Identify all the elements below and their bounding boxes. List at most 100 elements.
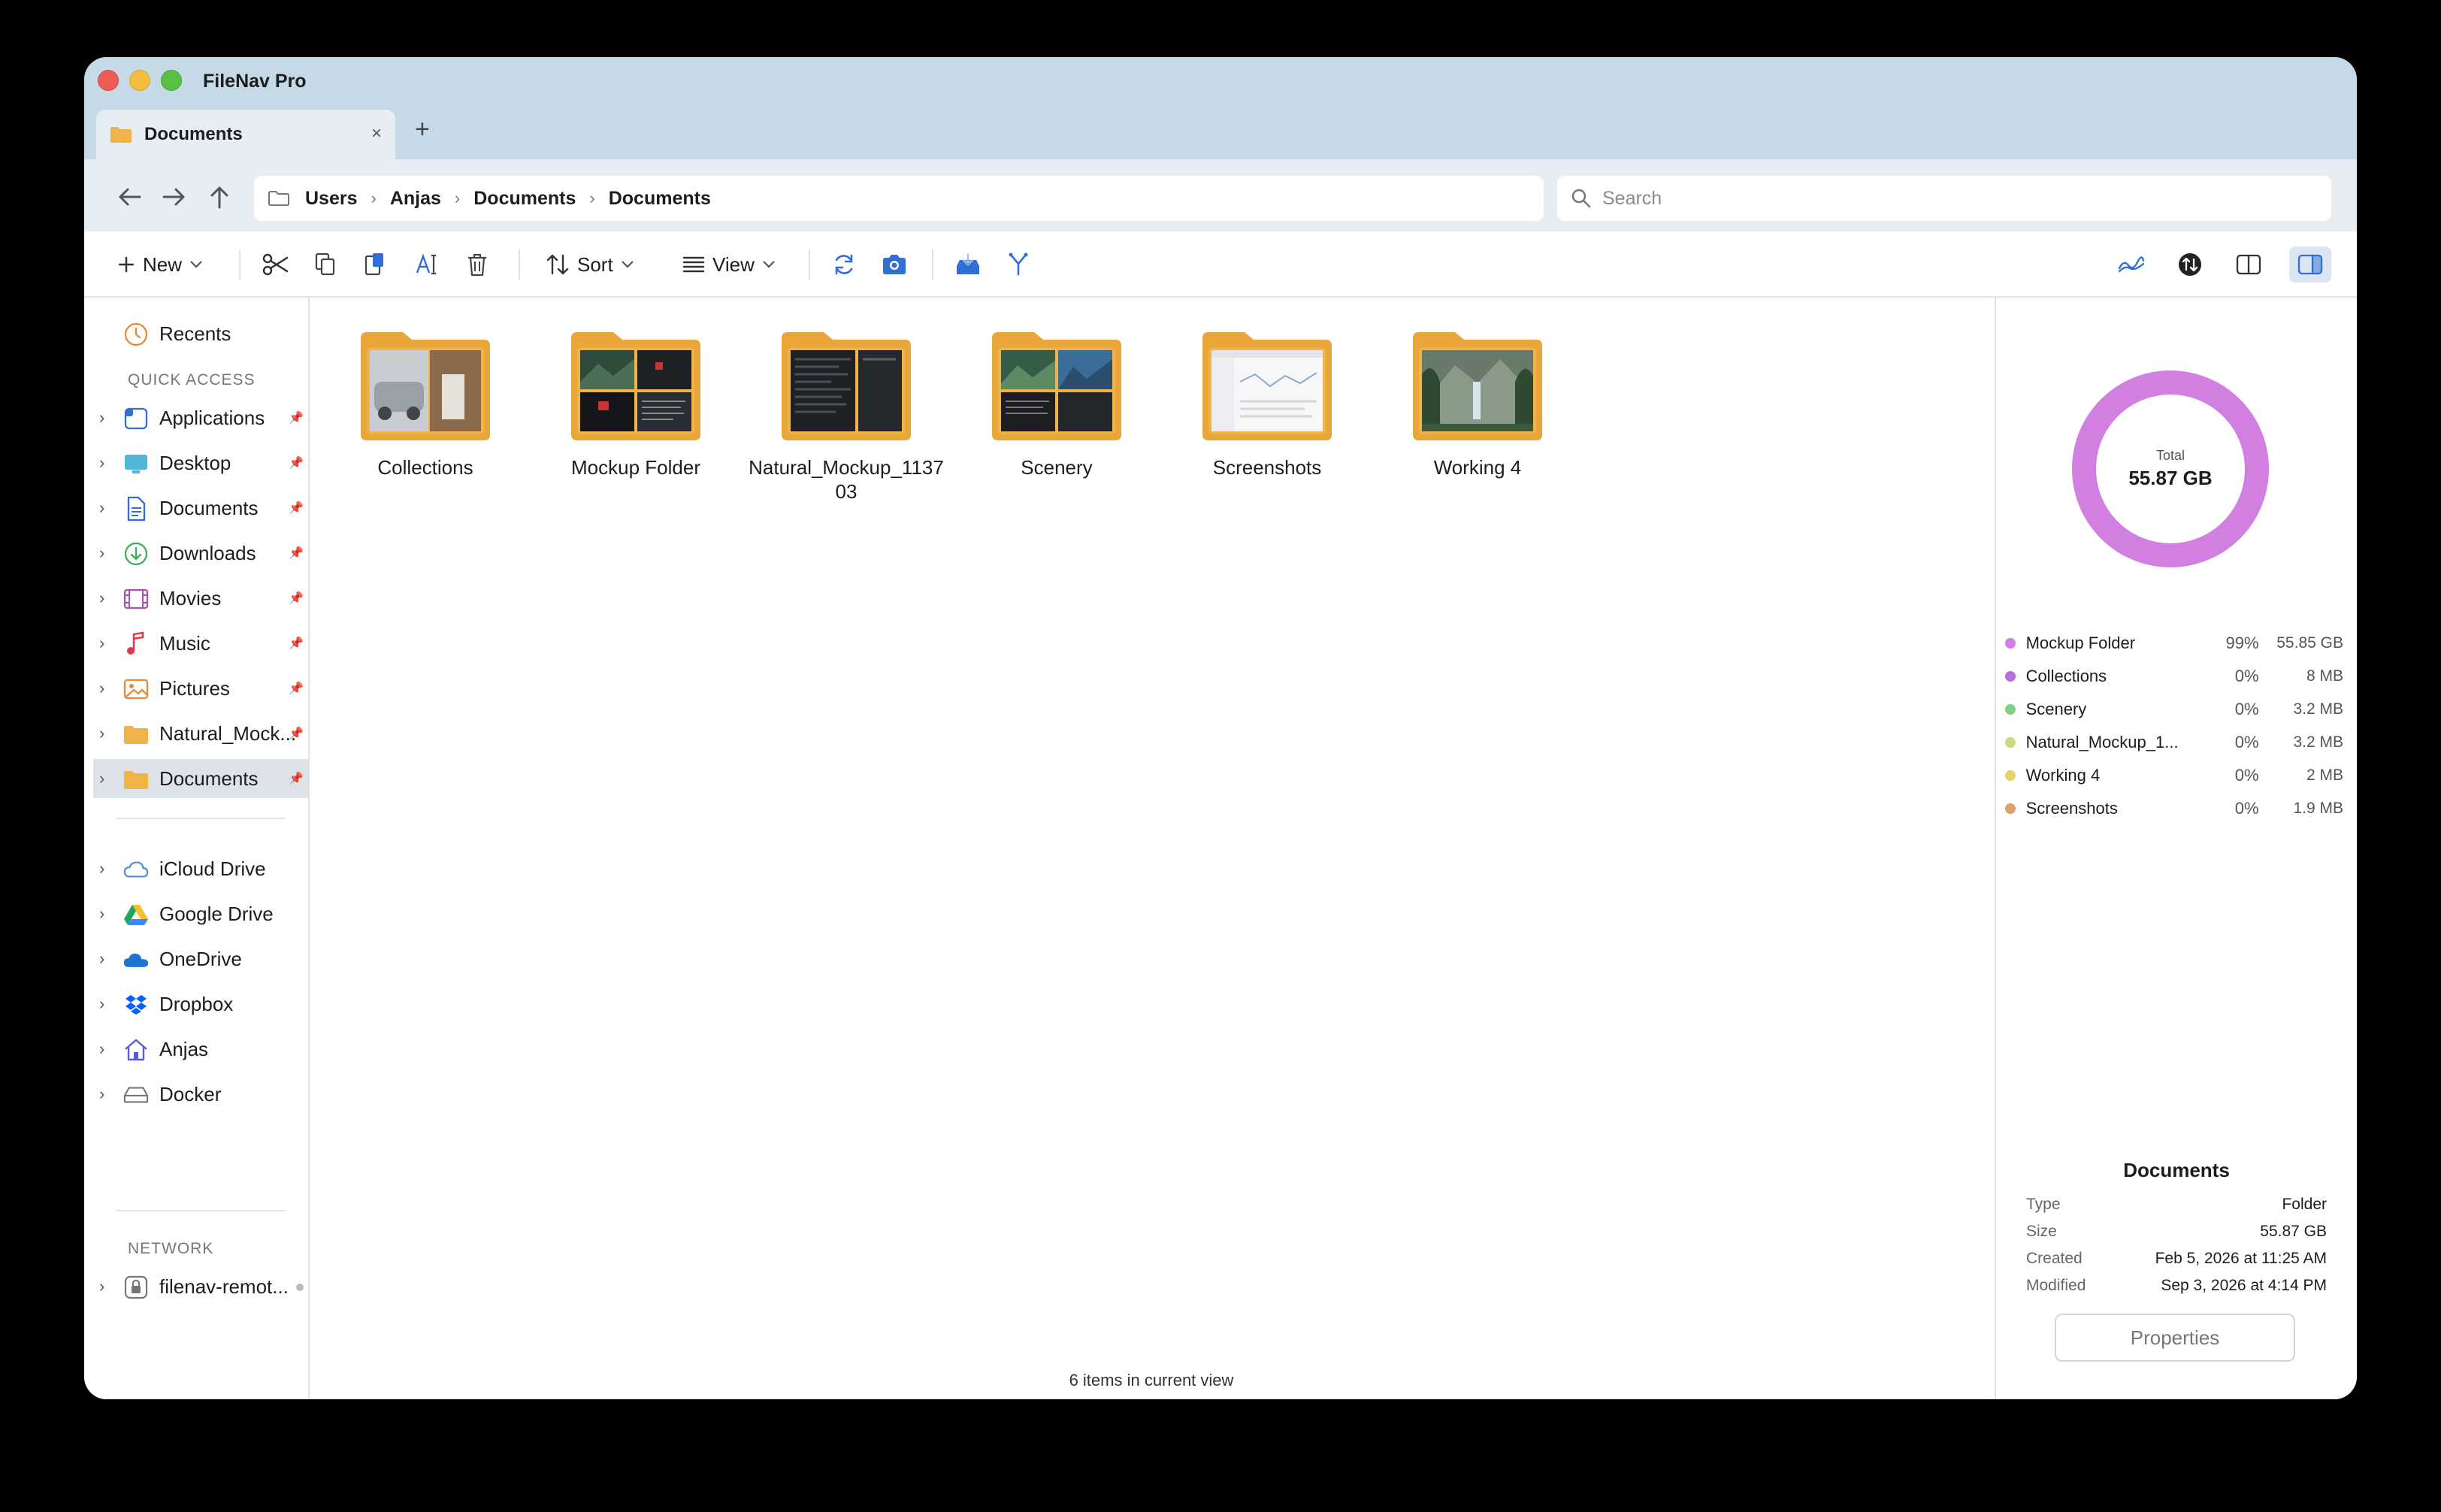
sidebar-item-downloads[interactable]: › Downloads 📌	[93, 534, 308, 573]
toggle-right-panel-button[interactable]	[2289, 246, 2331, 283]
legend-percent: 0%	[2234, 733, 2259, 751]
chevron-right-icon[interactable]: ›	[99, 949, 104, 969]
sidebar-item-music[interactable]: › Music 📌	[93, 624, 308, 663]
chevron-right-icon[interactable]: ›	[99, 904, 104, 924]
split-view-button[interactable]	[2231, 246, 2267, 283]
paste-icon	[364, 253, 383, 276]
file-item-screenshots[interactable]: Screenshots	[1169, 329, 1365, 479]
sidebar-item-recents[interactable]: Recents	[93, 314, 308, 353]
chevron-right-icon[interactable]: ›	[99, 453, 104, 473]
sidebar-item-applications[interactable]: › Applications 📌	[93, 398, 308, 437]
legend-row[interactable]: Natural_Mockup_1... 0% 3.2 MB	[2005, 729, 2343, 756]
pin-icon[interactable]: 📌	[289, 636, 304, 651]
import-button[interactable]	[954, 246, 982, 283]
chevron-right-icon[interactable]: ›	[99, 634, 104, 653]
breadcrumb-item[interactable]: Documents	[473, 188, 576, 210]
view-button[interactable]: View	[682, 246, 776, 283]
activity-button[interactable]	[2113, 246, 2149, 283]
pin-icon[interactable]: 📌	[289, 500, 304, 516]
pin-icon[interactable]: 📌	[289, 546, 304, 561]
cut-button[interactable]	[262, 246, 289, 283]
pin-icon[interactable]: 📌	[289, 455, 304, 470]
sidebar-item-anjas[interactable]: › Anjas	[93, 1030, 308, 1069]
clock-icon	[123, 322, 149, 347]
info-value: Feb 5, 2026 at 11:25 AM	[2155, 1250, 2327, 1267]
legend-row[interactable]: Scenery 0% 3.2 MB	[2005, 696, 2343, 723]
file-item-scenery[interactable]: Scenery	[959, 329, 1154, 479]
breadcrumb[interactable]: Users › Anjas › Documents › Documents	[254, 176, 1544, 221]
close-window-button[interactable]	[98, 70, 119, 91]
sidebar-item-natural-mockup[interactable]: › Natural_Mock... 📌	[93, 714, 308, 753]
chevron-right-icon[interactable]: ›	[99, 588, 104, 608]
copy-button[interactable]	[314, 246, 337, 283]
new-button[interactable]: New	[117, 246, 203, 283]
chevron-right-icon[interactable]: ›	[99, 498, 104, 518]
chevron-right-icon[interactable]: ›	[99, 1277, 104, 1296]
legend-row[interactable]: Screenshots 0% 1.9 MB	[2005, 795, 2343, 822]
sidebar-item-google-drive[interactable]: › Google Drive	[93, 894, 308, 933]
chevron-right-icon[interactable]: ›	[99, 543, 104, 563]
pin-icon[interactable]: 📌	[289, 726, 304, 741]
legend-row[interactable]: Mockup Folder 99% 55.85 GB	[2005, 630, 2343, 657]
sync-button[interactable]	[2172, 246, 2208, 283]
back-button[interactable]	[114, 182, 144, 212]
pin-icon[interactable]: 📌	[289, 591, 304, 606]
file-item-working-4[interactable]: Working 4	[1380, 329, 1575, 479]
screenshot-button[interactable]	[881, 246, 908, 283]
info-row-size: Size 55.87 GB	[2026, 1219, 2327, 1244]
file-item-natural-mockup[interactable]: Natural_Mockup_113703	[749, 329, 944, 503]
chevron-right-icon[interactable]: ›	[99, 1039, 104, 1059]
chevron-right-icon: ›	[589, 189, 595, 207]
chevron-right-icon[interactable]: ›	[99, 1084, 104, 1104]
pin-icon[interactable]: 📌	[289, 771, 304, 786]
chevron-right-icon[interactable]: ›	[99, 408, 104, 428]
legend-row[interactable]: Collections 0% 8 MB	[2005, 663, 2343, 690]
up-button[interactable]	[204, 182, 234, 212]
breadcrumb-item[interactable]: Anjas	[390, 188, 441, 210]
new-tab-button[interactable]: +	[415, 114, 430, 144]
properties-button[interactable]: Properties	[2055, 1314, 2295, 1362]
pin-icon[interactable]: 📌	[289, 681, 304, 696]
refresh-button[interactable]	[831, 246, 857, 283]
sidebar-item-documents[interactable]: › Documents 📌	[93, 488, 308, 528]
tab-documents[interactable]: Documents ×	[96, 110, 395, 159]
file-name: Working 4	[1433, 456, 1522, 479]
sidebar-item-label: Movies	[159, 586, 222, 609]
close-tab-icon[interactable]: ×	[371, 125, 382, 143]
breadcrumb-item[interactable]: Users	[305, 188, 358, 210]
sidebar-item-dropbox[interactable]: › Dropbox	[93, 984, 308, 1024]
paste-button[interactable]	[364, 246, 386, 283]
sidebar-item-filenav-remote[interactable]: › filenav-remot...	[93, 1267, 308, 1306]
legend-row[interactable]: Working 4 0% 2 MB	[2005, 762, 2343, 789]
breadcrumb-item[interactable]: Documents	[609, 188, 711, 210]
delete-button[interactable]	[466, 246, 489, 283]
chevron-right-icon[interactable]: ›	[99, 769, 104, 788]
chevron-right-icon[interactable]: ›	[99, 724, 104, 743]
chevron-right-icon[interactable]: ›	[99, 679, 104, 698]
sidebar-item-icloud-drive[interactable]: › iCloud Drive	[93, 849, 308, 888]
legend-name: Scenery	[2025, 700, 2087, 718]
merge-button[interactable]	[1007, 246, 1030, 283]
sidebar-item-docker[interactable]: › Docker	[93, 1075, 308, 1114]
sidebar-divider	[116, 1210, 286, 1211]
sidebar-item-pictures[interactable]: › Pictures 📌	[93, 669, 308, 708]
toolbar-divider	[519, 249, 520, 280]
forward-button[interactable]	[159, 182, 189, 212]
sort-button[interactable]: Sort	[546, 246, 634, 283]
sidebar-item-documents-folder[interactable]: › Documents 📌	[93, 759, 308, 798]
chevron-right-icon[interactable]: ›	[99, 859, 104, 878]
sidebar-item-movies[interactable]: › Movies 📌	[93, 579, 308, 618]
file-item-mockup-folder[interactable]: Mockup Folder	[538, 329, 734, 479]
legend-dot	[2005, 737, 2016, 748]
sidebar-item-onedrive[interactable]: › OneDrive	[93, 939, 308, 978]
rename-button[interactable]	[415, 246, 439, 283]
file-item-collections[interactable]: Collections	[328, 329, 523, 479]
search-input[interactable]	[1602, 187, 2279, 210]
chevron-right-icon[interactable]: ›	[99, 994, 104, 1014]
search-icon	[1571, 189, 1591, 208]
sidebar-item-desktop[interactable]: › Desktop 📌	[93, 443, 308, 482]
sidebar-item-label: Natural_Mock...	[159, 721, 297, 745]
maximize-window-button[interactable]	[161, 70, 182, 91]
pin-icon[interactable]: 📌	[289, 410, 304, 425]
minimize-window-button[interactable]	[129, 70, 150, 91]
